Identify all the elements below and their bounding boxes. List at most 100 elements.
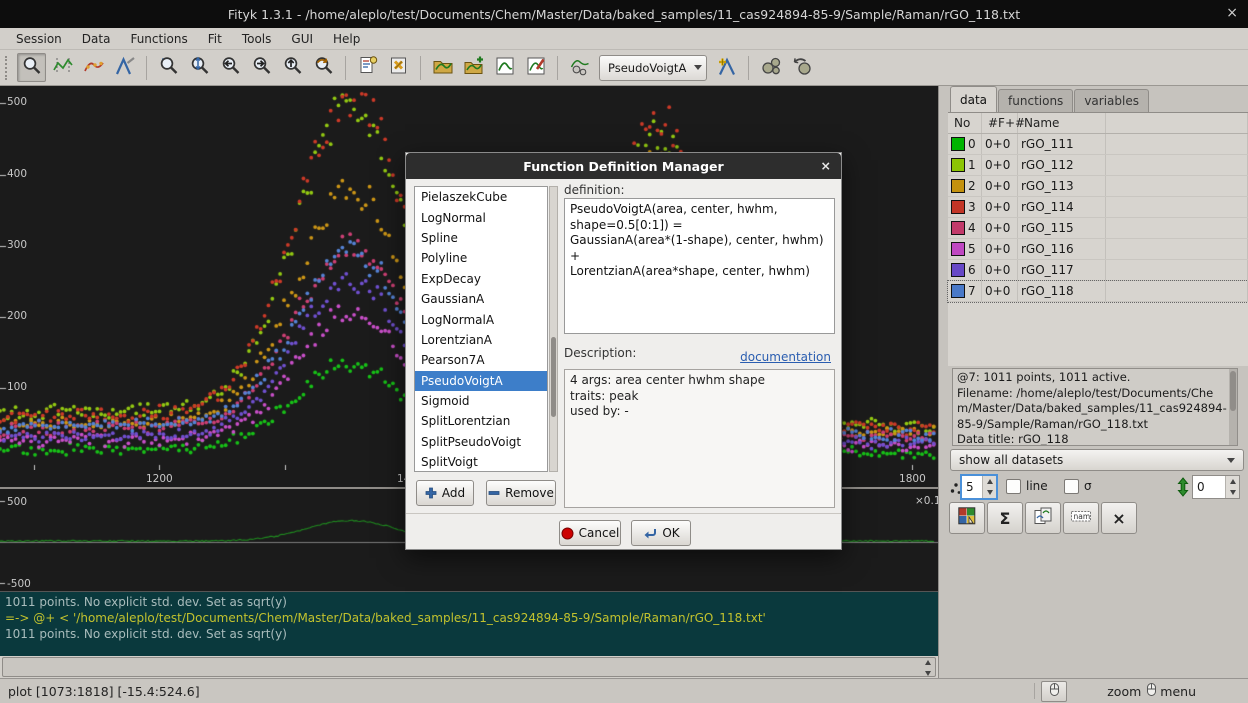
rename-button[interactable]: nam <box>1063 502 1099 534</box>
dataset-filter-dropdown[interactable]: show all datasets <box>950 449 1244 471</box>
function-list-item-lorentziana[interactable]: LorentzianA <box>415 330 547 350</box>
dialog-close-icon[interactable]: × <box>821 158 831 173</box>
function-list-item-pseudovoigta[interactable]: PseudoVoigtA <box>415 371 547 391</box>
auto-add-peak-button[interactable] <box>712 53 741 82</box>
zoom-up-button[interactable] <box>278 53 307 82</box>
table-row[interactable]: 60+0rGO_117 <box>948 260 1248 281</box>
function-list-item-spline[interactable]: Spline <box>415 228 547 248</box>
tab-functions[interactable]: functions <box>998 89 1073 112</box>
menu-item-data[interactable]: Data <box>72 30 121 48</box>
chevron-down-icon <box>694 65 702 70</box>
cancel-button[interactable]: Cancel <box>559 520 621 546</box>
minus-icon <box>488 487 500 499</box>
toolbar: PseudoVoigtA <box>0 50 1248 86</box>
function-list-item-expdecay[interactable]: ExpDecay <box>415 269 547 289</box>
auto-add-peak-icon <box>716 55 738 80</box>
append-data-button[interactable] <box>459 53 488 82</box>
info-scrollbar[interactable] <box>1229 369 1237 445</box>
menu-item-gui[interactable]: GUI <box>281 30 323 48</box>
baseline-mode-icon <box>83 55 105 80</box>
colors-button[interactable] <box>949 502 985 534</box>
menubar: SessionDataFunctionsFitToolsGUIHelp <box>0 28 1248 50</box>
dialog-title: Function Definition Manager <box>523 159 723 174</box>
export-data-button[interactable] <box>490 53 519 82</box>
delete-button[interactable]: × <box>1101 502 1137 534</box>
sum-button[interactable]: Σ <box>987 502 1023 534</box>
menu-item-help[interactable]: Help <box>323 30 370 48</box>
command-input[interactable] <box>2 657 936 677</box>
zoom-vertical-button[interactable] <box>185 53 214 82</box>
window-close-icon[interactable]: × <box>1226 5 1238 21</box>
tab-variables[interactable]: variables <box>1074 89 1149 112</box>
copy-data-button[interactable] <box>1025 502 1061 534</box>
session-log-button[interactable] <box>384 53 413 82</box>
definition-textarea[interactable]: PseudoVoigtA(area, center, hwhm, shape=0… <box>564 198 835 334</box>
fit-undo-button[interactable] <box>787 53 816 82</box>
aux-scale-label: ×0.1 <box>915 495 941 507</box>
tab-data[interactable]: data <box>950 86 997 112</box>
dataset-name: rGO_117 <box>1018 260 1106 280</box>
remove-button[interactable]: Remove <box>486 480 556 506</box>
table-row[interactable]: 10+0rGO_112 <box>948 155 1248 176</box>
function-list-item-lognormal[interactable]: LogNormal <box>415 207 547 227</box>
function-list-item-splitpseudovoigt[interactable]: SplitPseudoVoigt <box>415 432 547 452</box>
data-transform-button[interactable] <box>565 53 594 82</box>
shift-spinner[interactable]: 0 <box>1192 475 1240 499</box>
function-list-item-splitlorentzian[interactable]: SplitLorentzian <box>415 411 547 431</box>
fit-run-button[interactable] <box>756 53 785 82</box>
table-row[interactable]: 30+0rGO_114 <box>948 197 1248 218</box>
svg-text:nam: nam <box>1074 512 1091 521</box>
dataset-color-swatch <box>951 242 965 256</box>
function-type-list[interactable]: PielaszekCubeLogNormalSplinePolylineExpD… <box>414 186 548 472</box>
sidebar-tabs: datafunctionsvariables <box>948 86 1150 112</box>
statusbar: plot [1073:1818] [-15.4:524.6] zoom menu <box>0 678 1248 703</box>
data-editor-button[interactable] <box>521 53 550 82</box>
dataset-function-count: 0+0 <box>982 176 1018 196</box>
add-peak-mode-button[interactable] <box>110 53 139 82</box>
function-list-item-lognormala[interactable]: LogNormalA <box>415 309 547 329</box>
toolbar-separator <box>748 56 749 80</box>
documentation-link[interactable]: documentation <box>740 350 831 364</box>
zoom-undo-button[interactable] <box>309 53 338 82</box>
function-list-item-polyline[interactable]: Polyline <box>415 248 547 268</box>
zoom-all-button[interactable] <box>154 53 183 82</box>
console-line: =-> @+ < '/home/aleplo/test/Documents/Ch… <box>5 610 933 626</box>
table-row[interactable]: 40+0rGO_115 <box>948 218 1248 239</box>
point-size-spinner[interactable]: 5 <box>961 475 997 499</box>
data-range-mode-icon <box>52 55 74 80</box>
function-list-item-pielaszekcube[interactable]: PielaszekCube <box>415 187 547 207</box>
table-row[interactable]: 50+0rGO_116 <box>948 239 1248 260</box>
sigma-checkbox[interactable]: σ <box>1064 479 1092 494</box>
function-type-dropdown[interactable]: PseudoVoigtA <box>599 55 707 81</box>
menu-item-session[interactable]: Session <box>6 30 72 48</box>
command-history-spinner[interactable] <box>922 658 934 678</box>
function-list-item-sigmoid[interactable]: Sigmoid <box>415 391 547 411</box>
toolbar-separator <box>345 56 346 80</box>
zoom-previous-button[interactable] <box>216 53 245 82</box>
zoom-mode-button[interactable] <box>17 53 46 82</box>
zoom-next-button[interactable] <box>247 53 276 82</box>
function-list-item-pearson7a[interactable]: Pearson7A <box>415 350 547 370</box>
function-list-item-splitvoigt[interactable]: SplitVoigt <box>415 452 547 472</box>
menu-item-tools[interactable]: Tools <box>232 30 282 48</box>
menu-item-functions[interactable]: Functions <box>120 30 197 48</box>
dialog-titlebar[interactable]: Function Definition Manager × <box>406 153 841 179</box>
menu-item-fit[interactable]: Fit <box>198 30 232 48</box>
line-checkbox[interactable]: line <box>1006 479 1048 494</box>
function-list-scrollbar[interactable] <box>549 186 558 472</box>
panel-splitter[interactable] <box>938 86 948 678</box>
table-row[interactable]: 00+0rGO_111 <box>948 134 1248 155</box>
table-row[interactable]: 70+0rGO_118 <box>948 281 1248 302</box>
function-list-item-gaussiana[interactable]: GaussianA <box>415 289 547 309</box>
add-button[interactable]: Add <box>416 480 474 506</box>
open-data-button[interactable] <box>428 53 457 82</box>
ok-button[interactable]: OK <box>631 520 691 546</box>
run-script-button[interactable] <box>353 53 382 82</box>
dataset-number: 4 <box>968 221 976 235</box>
mouse-mode-button[interactable] <box>1041 681 1067 702</box>
data-range-mode-button[interactable] <box>48 53 77 82</box>
export-data-icon <box>494 55 516 80</box>
table-row[interactable]: 20+0rGO_113 <box>948 176 1248 197</box>
baseline-mode-button[interactable] <box>79 53 108 82</box>
dataset-table[interactable]: No#F+#Name00+0rGO_11110+0rGO_11220+0rGO_… <box>948 112 1248 366</box>
